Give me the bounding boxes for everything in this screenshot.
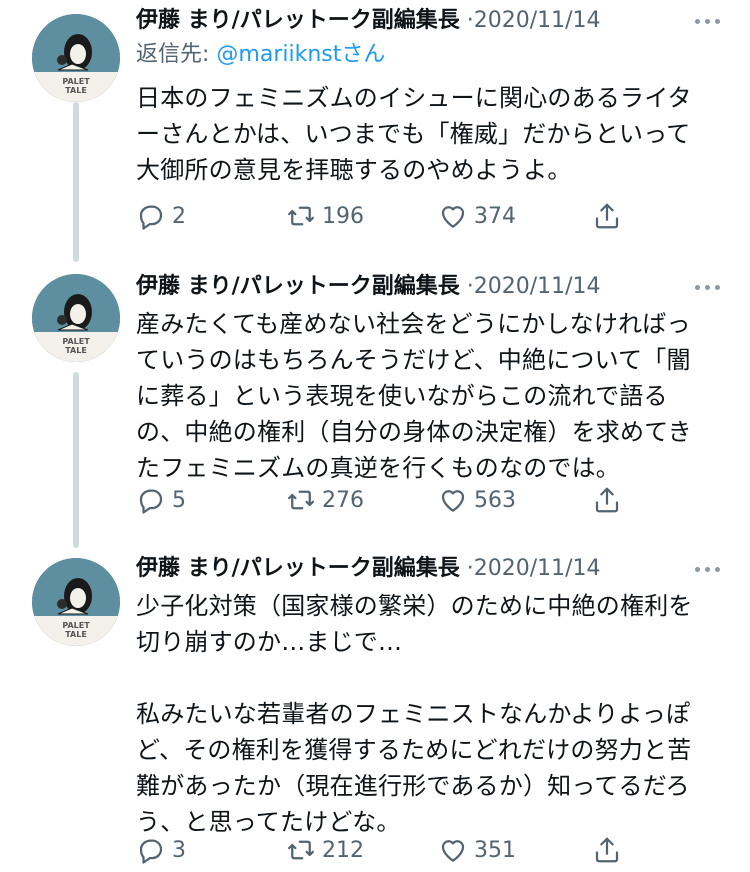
tweet-text: 少子化対策（国家様の繁栄）のために中絶の権利を 切り崩すのか…まじで… 私みたい… bbox=[136, 588, 726, 840]
tweet-text-line: 私みたいな若輩者のフェミニストなんかよりよっぽ bbox=[136, 700, 691, 728]
tweet-actions: 2 196 374 bbox=[136, 198, 726, 234]
tweet-text-line: 産みたくても産めない社会をどうにかしなければっ bbox=[136, 310, 691, 338]
heart-icon bbox=[441, 490, 465, 512]
tweet-actions: 3 212 351 bbox=[136, 832, 726, 868]
reply-to-label: 返信先: bbox=[136, 42, 217, 67]
like-count: 563 bbox=[474, 487, 516, 513]
separator-dot: · bbox=[466, 8, 474, 33]
tweet-text-line: ていうのはもちろんそうだけど、中絶について「闇 bbox=[136, 346, 691, 374]
svg-text:TALE: TALE bbox=[65, 630, 87, 639]
tweet-text-line: たフェミニズムの真逆を行くものなのでは。 bbox=[136, 454, 620, 482]
retweet-button[interactable]: 276 bbox=[286, 482, 364, 518]
like-count: 374 bbox=[474, 203, 516, 229]
share-button[interactable] bbox=[592, 832, 628, 868]
tweet-body: 伊藤 まり/パレットーク副編集長 ·2020/11/14 少子化対策（国家様の繁… bbox=[136, 552, 726, 864]
tweet-text-line: の、中絶の権利（自分の身体の決定権）を求めてき bbox=[136, 418, 692, 446]
more-options-icon[interactable] bbox=[680, 4, 720, 38]
share-button[interactable] bbox=[592, 198, 628, 234]
thread-line-1 bbox=[73, 102, 79, 262]
tweet-text-line: 大御所の意見を拝聴するのやめようよ。 bbox=[136, 156, 572, 184]
thread-line-2 bbox=[73, 372, 79, 548]
retweet-button[interactable]: 196 bbox=[286, 198, 364, 234]
tweet-text-line: ど、その権利を獲得するためにどれだけの努力と苦 bbox=[136, 736, 692, 764]
reply-count: 5 bbox=[172, 487, 186, 513]
retweet-count: 212 bbox=[322, 837, 364, 863]
svg-text:TALE: TALE bbox=[65, 86, 87, 95]
tweet-header: 伊藤 まり/パレットーク副編集長 ·2020/11/14 bbox=[136, 552, 726, 586]
tweet-actions: 5 276 563 bbox=[136, 482, 726, 518]
retweet-count: 196 bbox=[322, 203, 364, 229]
tweet-text: 日本のフェミニズムのイシューに関心のあるライタ ーさんとかは、いつまでも「権威」… bbox=[136, 80, 726, 188]
reply-to-line: 返信先: @mariiknstさん bbox=[136, 38, 726, 72]
tweet-text-line: に葬る」という表現を使いながらこの流れで語る bbox=[136, 382, 668, 410]
separator-dot: · bbox=[466, 556, 474, 581]
palet-tale-logo: PALET TALE bbox=[32, 274, 120, 362]
tweet-body: 伊藤 まり/パレットーク副編集長 ·2020/11/14 返信先: @marii… bbox=[136, 4, 726, 230]
avatar[interactable]: PALET TALE bbox=[32, 14, 120, 102]
tweet-body: 伊藤 まり/パレットーク副編集長 ·2020/11/14 産みたくても産めない社… bbox=[136, 270, 726, 514]
palet-tale-logo: PALET TALE bbox=[32, 558, 120, 646]
more-options-icon[interactable] bbox=[680, 270, 720, 304]
share-icon bbox=[595, 203, 619, 229]
separator-dot: · bbox=[466, 274, 474, 299]
share-button[interactable] bbox=[592, 482, 628, 518]
reply-button[interactable]: 3 bbox=[136, 832, 186, 868]
svg-text:TALE: TALE bbox=[65, 346, 87, 355]
svg-text:PALET: PALET bbox=[62, 621, 90, 630]
retweet-count: 276 bbox=[322, 487, 364, 513]
tweet-text-blank-line bbox=[136, 660, 726, 696]
palet-tale-logo: PALET TALE bbox=[32, 14, 120, 102]
reply-icon bbox=[139, 205, 163, 230]
tweet-text-line: 少子化対策（国家様の繁栄）のために中絶の権利を bbox=[136, 592, 693, 620]
svg-text:PALET: PALET bbox=[62, 337, 90, 346]
reply-button[interactable]: 2 bbox=[136, 198, 186, 234]
reply-icon bbox=[139, 489, 163, 514]
tweet-text-line: 難があったか（現在進行形であるか）知ってるだろ bbox=[136, 772, 690, 800]
tweet-header: 伊藤 まり/パレットーク副編集長 ·2020/11/14 bbox=[136, 4, 726, 38]
like-button[interactable]: 563 bbox=[438, 482, 516, 518]
like-button[interactable]: 374 bbox=[438, 198, 516, 234]
author-name[interactable]: 伊藤 まり/パレットーク副編集長 bbox=[136, 274, 460, 299]
heart-icon bbox=[441, 206, 465, 228]
retweet-icon bbox=[288, 206, 314, 226]
tweet-text: 産みたくても産めない社会をどうにかしなければっ ていうのはもちろんそうだけど、中… bbox=[136, 306, 726, 486]
retweet-icon bbox=[288, 490, 314, 510]
reply-count: 3 bbox=[172, 837, 186, 863]
author-name[interactable]: 伊藤 まり/パレットーク副編集長 bbox=[136, 556, 460, 581]
reply-to-handle[interactable]: @mariiknstさん bbox=[216, 42, 385, 67]
like-count: 351 bbox=[474, 837, 516, 863]
reply-button[interactable]: 5 bbox=[136, 482, 186, 518]
author-name[interactable]: 伊藤 まり/パレットーク副編集長 bbox=[136, 8, 460, 33]
share-icon bbox=[595, 837, 619, 863]
more-options-icon[interactable] bbox=[680, 552, 720, 586]
tweet-date[interactable]: 2020/11/14 bbox=[474, 274, 601, 299]
avatar[interactable]: PALET TALE bbox=[32, 558, 120, 646]
reply-count: 2 bbox=[172, 203, 186, 229]
avatar[interactable]: PALET TALE bbox=[32, 274, 120, 362]
tweet-header: 伊藤 まり/パレットーク副編集長 ·2020/11/14 bbox=[136, 270, 726, 304]
svg-text:PALET: PALET bbox=[62, 77, 90, 86]
reply-icon bbox=[139, 839, 163, 864]
tweet-text-line: ーさんとかは、いつまでも「権威」だからといって bbox=[136, 120, 691, 148]
tweet-text-line: 日本のフェミニズムのイシューに関心のあるライタ bbox=[136, 84, 692, 112]
tweet-date[interactable]: 2020/11/14 bbox=[474, 8, 601, 33]
heart-icon bbox=[441, 840, 465, 862]
share-icon bbox=[595, 487, 619, 513]
tweet-text-line: 切り崩すのか…まじで… bbox=[136, 628, 403, 656]
like-button[interactable]: 351 bbox=[438, 832, 516, 868]
tweet-date[interactable]: 2020/11/14 bbox=[474, 556, 601, 581]
retweet-icon bbox=[288, 840, 314, 860]
retweet-button[interactable]: 212 bbox=[286, 832, 364, 868]
